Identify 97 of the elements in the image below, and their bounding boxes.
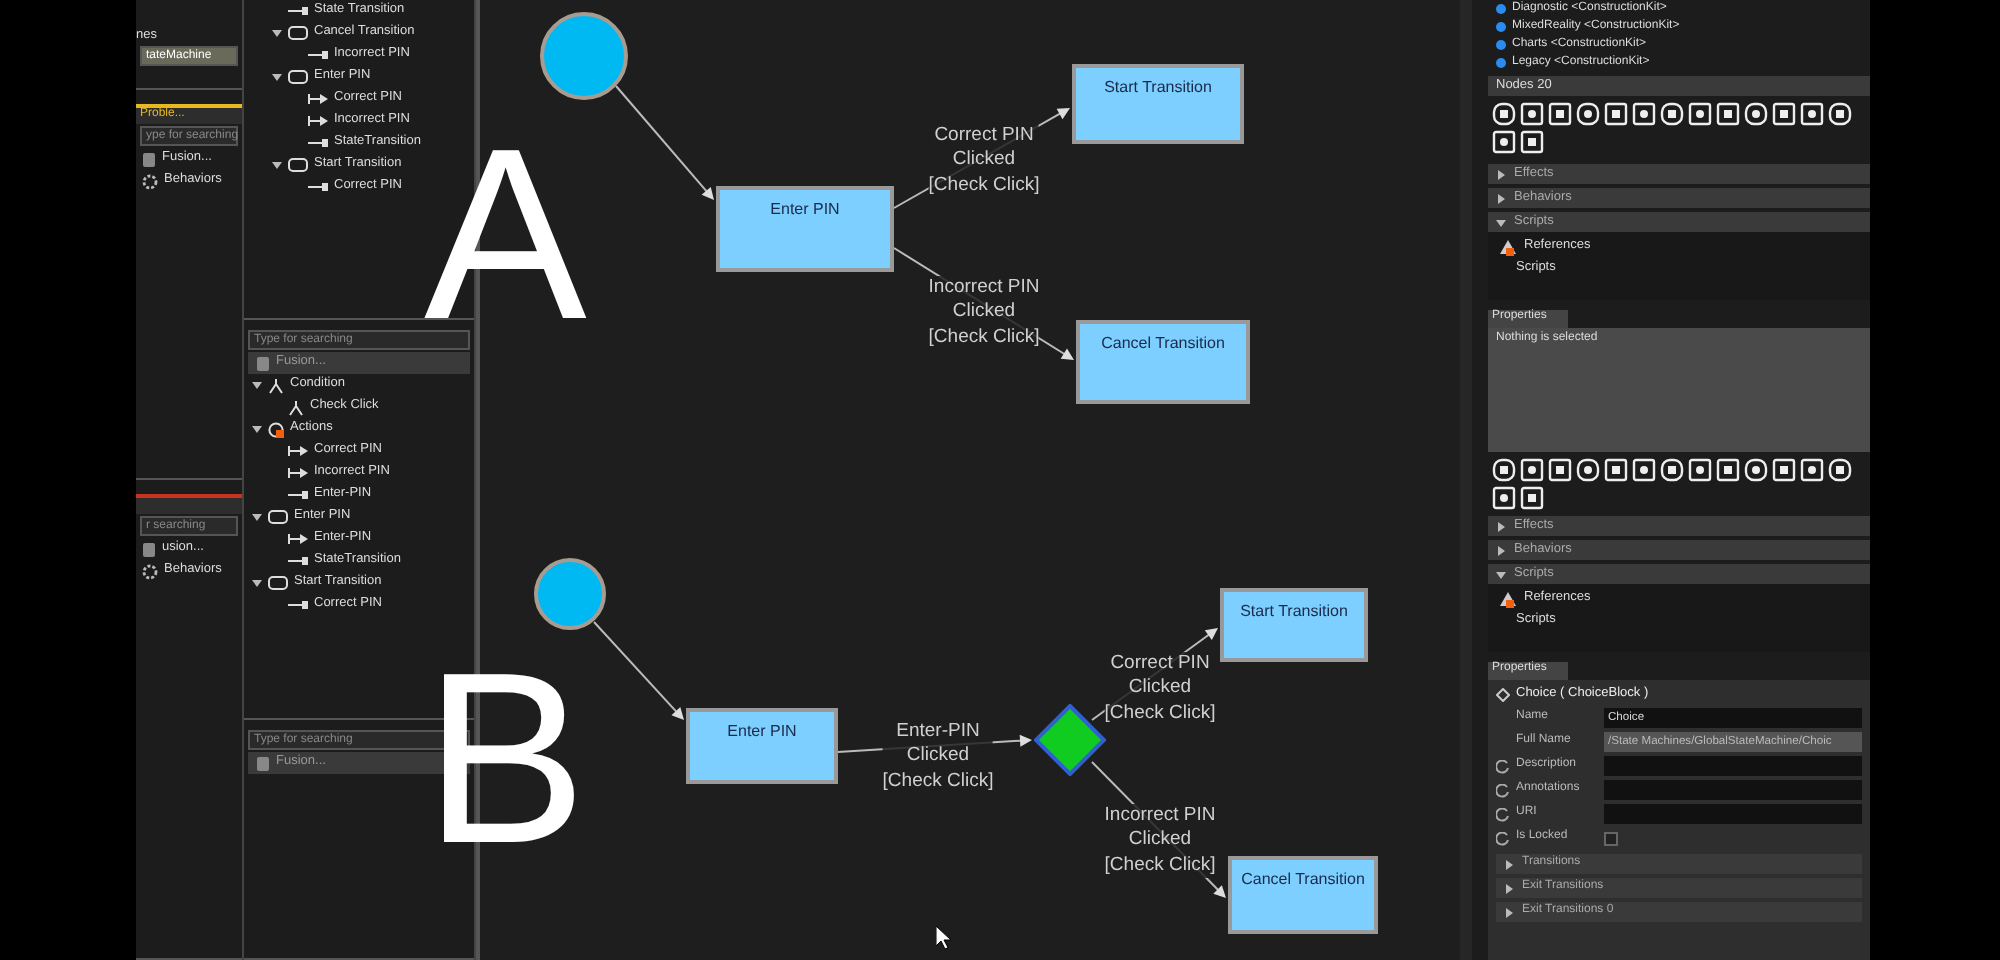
tool-icon[interactable] bbox=[1576, 458, 1600, 482]
tool-icon[interactable] bbox=[1604, 458, 1628, 482]
outgoing-arrow-icon bbox=[288, 444, 308, 458]
text-field[interactable] bbox=[1604, 780, 1862, 800]
state-node[interactable]: Cancel Transition bbox=[1076, 320, 1250, 404]
tool-icon[interactable] bbox=[1520, 486, 1544, 510]
tool-icon[interactable] bbox=[1576, 102, 1600, 126]
expand-toggle-icon[interactable] bbox=[252, 578, 262, 588]
incoming-arrow-icon bbox=[308, 48, 328, 62]
tool-icon[interactable] bbox=[1828, 102, 1852, 126]
branch-icon bbox=[288, 399, 304, 415]
tool-icon[interactable] bbox=[1604, 102, 1628, 126]
outgoing-arrow-icon bbox=[288, 466, 308, 480]
expand-toggle-icon[interactable] bbox=[1504, 883, 1514, 893]
outgoing-arrow-icon bbox=[308, 114, 328, 128]
references-icon bbox=[1500, 239, 1518, 255]
tool-icon[interactable] bbox=[1828, 458, 1852, 482]
expand-toggle-icon[interactable] bbox=[272, 28, 282, 38]
state-node[interactable]: Enter PIN bbox=[716, 186, 894, 272]
transition-label: Correct PIN Clicked [Check Click] bbox=[928, 124, 1040, 199]
incoming-arrow-icon bbox=[308, 136, 328, 150]
incoming-arrow-icon bbox=[288, 598, 308, 612]
cursor-icon bbox=[936, 926, 952, 950]
database-icon bbox=[256, 355, 270, 371]
panel-tab[interactable] bbox=[136, 494, 242, 514]
expand-toggle-icon[interactable] bbox=[1504, 859, 1514, 869]
text-field[interactable] bbox=[1604, 804, 1862, 824]
outgoing-arrow-icon bbox=[288, 532, 308, 546]
tool-icon[interactable] bbox=[1800, 458, 1824, 482]
tool-icon[interactable] bbox=[1800, 102, 1824, 126]
database-icon bbox=[142, 541, 156, 557]
tool-icon[interactable] bbox=[1716, 102, 1740, 126]
tool-icon[interactable] bbox=[1492, 130, 1516, 154]
tool-icon[interactable] bbox=[1492, 458, 1516, 482]
expand-toggle-icon[interactable] bbox=[252, 424, 262, 434]
state-icon bbox=[268, 510, 288, 524]
database-icon bbox=[256, 755, 270, 771]
expand-toggle-icon[interactable] bbox=[1496, 569, 1506, 579]
transition-label: Enter-PIN Clicked [Check Click] bbox=[882, 720, 994, 795]
state-node[interactable]: Enter PIN bbox=[686, 708, 838, 784]
action-icon bbox=[268, 421, 284, 437]
expand-toggle-icon[interactable] bbox=[1496, 169, 1506, 179]
outgoing-arrow-icon bbox=[308, 92, 328, 106]
tool-icon[interactable] bbox=[1688, 458, 1712, 482]
state-icon bbox=[268, 576, 288, 590]
tool-icon[interactable] bbox=[1660, 102, 1684, 126]
tool-icon[interactable] bbox=[1744, 458, 1768, 482]
state-node[interactable]: Start Transition bbox=[1072, 64, 1244, 144]
expand-toggle-icon[interactable] bbox=[252, 512, 262, 522]
tool-icon[interactable] bbox=[1716, 458, 1740, 482]
transition-arrow bbox=[615, 85, 714, 200]
tool-icon[interactable] bbox=[1632, 102, 1656, 126]
transition-label: Incorrect PIN Clicked [Check Click] bbox=[928, 276, 1040, 351]
tool-icon[interactable] bbox=[1492, 486, 1516, 510]
incoming-arrow-icon bbox=[288, 4, 308, 18]
tool-icon[interactable] bbox=[1548, 458, 1572, 482]
tool-icon[interactable] bbox=[1520, 458, 1544, 482]
expand-toggle-icon[interactable] bbox=[1496, 217, 1506, 227]
expand-toggle-icon[interactable] bbox=[1504, 907, 1514, 917]
expand-toggle-icon[interactable] bbox=[272, 72, 282, 82]
checkbox[interactable] bbox=[1604, 831, 1618, 845]
incoming-arrow-icon bbox=[288, 554, 308, 568]
expand-toggle-icon[interactable] bbox=[1496, 193, 1506, 203]
choice-diamond[interactable] bbox=[1034, 704, 1106, 776]
transition-label: Incorrect PIN Clicked [Check Click] bbox=[1104, 804, 1216, 879]
state-node[interactable]: Start Transition bbox=[1220, 588, 1368, 662]
expand-toggle-icon[interactable] bbox=[272, 160, 282, 170]
gear-icon bbox=[142, 563, 158, 579]
expand-toggle-icon[interactable] bbox=[1496, 521, 1506, 531]
incoming-arrow-icon bbox=[308, 180, 328, 194]
tool-icon[interactable] bbox=[1632, 458, 1656, 482]
initial-state-circle bbox=[540, 12, 628, 100]
tool-icon[interactable] bbox=[1772, 458, 1796, 482]
database-icon bbox=[142, 151, 156, 167]
transition-label: Correct PIN Clicked [Check Click] bbox=[1104, 652, 1216, 727]
tool-icon[interactable] bbox=[1520, 102, 1544, 126]
tool-icon[interactable] bbox=[1660, 458, 1684, 482]
incoming-arrow-icon bbox=[288, 488, 308, 502]
state-icon bbox=[288, 158, 308, 172]
branch-icon bbox=[268, 377, 284, 393]
gear-icon bbox=[142, 173, 158, 189]
transition-arrow bbox=[593, 621, 684, 720]
expand-toggle-icon[interactable] bbox=[1496, 545, 1506, 555]
tool-icon[interactable] bbox=[1492, 102, 1516, 126]
diamond-icon bbox=[1496, 688, 1510, 702]
state-icon bbox=[288, 70, 308, 84]
text-field[interactable] bbox=[1604, 756, 1862, 776]
state-node[interactable]: Cancel Transition bbox=[1228, 856, 1378, 934]
references-icon bbox=[1500, 591, 1518, 607]
initial-state-circle bbox=[534, 558, 606, 630]
tool-icon[interactable] bbox=[1772, 102, 1796, 126]
tool-icon[interactable] bbox=[1520, 130, 1544, 154]
state-icon bbox=[288, 26, 308, 40]
expand-toggle-icon[interactable] bbox=[252, 380, 262, 390]
tool-icon[interactable] bbox=[1548, 102, 1572, 126]
tool-icon[interactable] bbox=[1744, 102, 1768, 126]
tool-icon[interactable] bbox=[1688, 102, 1712, 126]
